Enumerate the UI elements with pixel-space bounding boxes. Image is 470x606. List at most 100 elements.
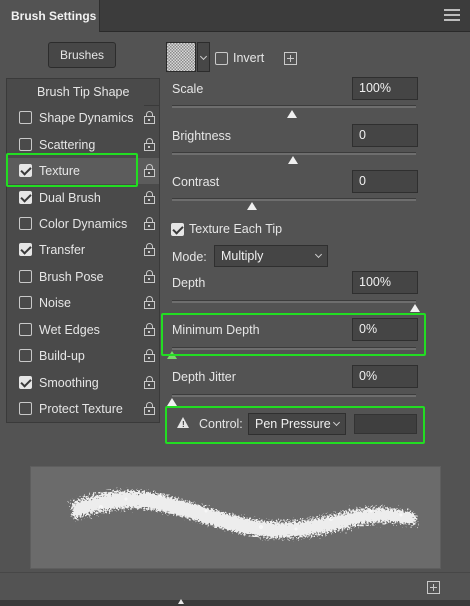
texture-each-tip-label: Texture Each Tip [189, 222, 283, 236]
lock-icon[interactable] [144, 138, 155, 151]
section-noise[interactable]: Noise [7, 290, 159, 316]
invert-checkbox[interactable] [215, 52, 228, 65]
panel-menu-icon[interactable] [444, 9, 460, 21]
texture-each-tip-checkbox[interactable] [171, 223, 184, 236]
section-texture[interactable]: Texture [7, 158, 159, 184]
brush-stroke-preview [30, 466, 441, 569]
section-protect-texture[interactable]: Protect Texture [7, 396, 159, 422]
section-label: Color Dynamics [39, 217, 128, 231]
chevron-down-icon[interactable] [197, 42, 210, 72]
contrast-label: Contrast [172, 175, 220, 189]
depth-slider-track[interactable] [172, 300, 416, 303]
minimum-depth-slider-thumb[interactable] [167, 351, 177, 359]
panel-tab[interactable]: Brush Settings [0, 0, 100, 32]
section-transfer[interactable]: Transfer [7, 237, 159, 263]
texture-pattern-swatch[interactable] [166, 42, 196, 72]
section-label: Wet Edges [39, 323, 100, 337]
chevron-down-icon [314, 250, 323, 259]
section-checkbox[interactable] [19, 270, 32, 283]
section-label: Shape Dynamics [39, 111, 134, 125]
section-build-up[interactable]: Build-up [7, 343, 159, 369]
section-checkbox[interactable] [19, 191, 32, 204]
section-wet-edges[interactable]: Wet Edges [7, 317, 159, 343]
section-scattering[interactable]: Scattering [7, 132, 159, 158]
scale-input[interactable]: 100% [352, 77, 418, 100]
control-select[interactable]: Pen Pressure [248, 413, 346, 435]
panel-bottom-edge [0, 600, 470, 606]
section-checkbox[interactable] [19, 111, 32, 124]
brightness-slider-thumb[interactable] [288, 156, 298, 164]
control-value-field [354, 414, 417, 434]
depth-label: Depth [172, 276, 206, 290]
brushes-button[interactable]: Brushes [48, 42, 116, 68]
depth-jitter-input[interactable]: 0% [352, 365, 418, 388]
brightness-input[interactable]: 0 [352, 124, 418, 147]
section-color-dynamics[interactable]: Color Dynamics [7, 211, 159, 237]
minimum-depth-input[interactable]: 0% [352, 318, 418, 341]
lock-icon[interactable] [144, 191, 155, 204]
chevron-down-icon [332, 418, 341, 427]
contrast-input[interactable]: 0 [352, 170, 418, 193]
minimum-depth-slider-track[interactable] [172, 347, 416, 350]
lock-icon[interactable] [144, 164, 155, 177]
section-label: Transfer [39, 243, 86, 257]
lock-icon[interactable] [144, 296, 155, 309]
panel-title: Brush Settings [11, 9, 97, 23]
section-label: Scattering [39, 138, 96, 152]
warning-mark: ! [182, 420, 185, 429]
lock-icon[interactable] [144, 111, 155, 124]
depth-input[interactable]: 100% [352, 271, 418, 294]
contrast-slider-track[interactable] [172, 198, 416, 201]
section-shape-dynamics[interactable]: Shape Dynamics [7, 105, 159, 131]
section-label: Smoothing [39, 376, 99, 390]
control-value: Pen Pressure [255, 417, 331, 431]
depth-jitter-label: Depth Jitter [172, 370, 236, 384]
lock-icon[interactable] [144, 217, 155, 230]
scale-slider-track[interactable] [172, 105, 416, 108]
depth-jitter-slider-thumb[interactable] [167, 398, 177, 406]
section-label: Brush Pose [39, 270, 104, 284]
brightness-slider-track[interactable] [172, 152, 416, 155]
depth-slider-thumb[interactable] [410, 304, 420, 312]
section-label: Build-up [39, 349, 85, 363]
section-label: Texture [39, 164, 80, 178]
mode-select[interactable]: Multiply [214, 245, 328, 267]
scale-label: Scale [172, 82, 204, 96]
mode-label: Mode: [172, 250, 207, 264]
panel-titlebar: Brush Settings [0, 0, 470, 32]
lock-icon[interactable] [144, 243, 155, 256]
lock-icon[interactable] [144, 376, 155, 389]
section-dual-brush[interactable]: Dual Brush [7, 185, 159, 211]
scale-slider-thumb[interactable] [287, 110, 297, 118]
new-preset-icon[interactable] [284, 52, 297, 65]
section-checkbox[interactable] [19, 402, 32, 415]
lock-icon[interactable] [144, 270, 155, 283]
section-label: Protect Texture [39, 402, 123, 416]
section-checkbox[interactable] [19, 217, 32, 230]
lock-icon[interactable] [144, 402, 155, 415]
section-smoothing[interactable]: Smoothing [7, 370, 159, 396]
contrast-slider-thumb[interactable] [247, 202, 257, 210]
resize-grip-icon[interactable] [178, 598, 184, 604]
section-checkbox[interactable] [19, 138, 32, 151]
minimum-depth-label: Minimum Depth [172, 323, 260, 337]
section-checkbox[interactable] [19, 296, 32, 309]
section-checkbox[interactable] [19, 243, 32, 256]
lock-icon[interactable] [144, 323, 155, 336]
section-checkbox[interactable] [19, 349, 32, 362]
new-preset-icon[interactable] [427, 581, 440, 594]
section-label: Noise [39, 296, 71, 310]
panel-footer [0, 572, 470, 600]
invert-label: Invert [233, 51, 265, 65]
lock-icon[interactable] [144, 349, 155, 362]
section-checkbox[interactable] [19, 376, 32, 389]
section-label: Dual Brush [39, 191, 101, 205]
section-checkbox[interactable] [19, 164, 32, 177]
depth-jitter-slider-track[interactable] [172, 394, 416, 397]
stroke-preview-image [71, 490, 416, 538]
section-brush-tip-shape[interactable]: Brush Tip Shape [7, 79, 159, 105]
brush-sections-list: Brush Tip Shape Shape Dynamics Scatterin… [6, 78, 160, 423]
control-label: Control: [199, 417, 243, 431]
section-checkbox[interactable] [19, 323, 32, 336]
section-brush-pose[interactable]: Brush Pose [7, 264, 159, 290]
